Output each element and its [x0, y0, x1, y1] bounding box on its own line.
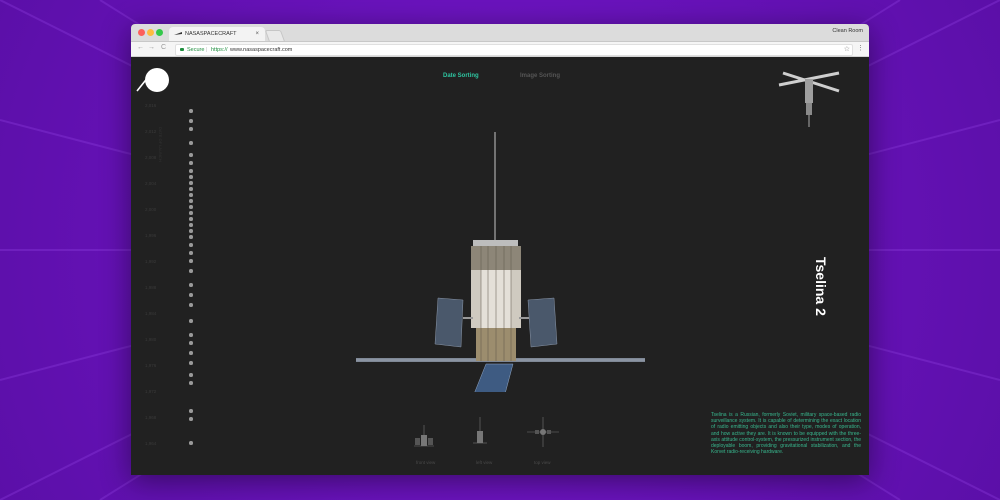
- tab-title: NASASPACECRAFT: [185, 31, 237, 37]
- browser-tab[interactable]: NASASPACECRAFT ×: [169, 27, 265, 41]
- timeline-tick: 2,012: [145, 129, 157, 134]
- left-view-icon[interactable]: [473, 417, 487, 451]
- timeline-dot[interactable]: [189, 161, 193, 165]
- close-window-button[interactable]: [138, 29, 145, 36]
- back-icon[interactable]: ←: [137, 44, 144, 51]
- browser-window: NASASPACECRAFT × Clean Room ← → C Secure…: [131, 24, 869, 475]
- timeline-dot[interactable]: [189, 175, 193, 179]
- timeline-dot[interactable]: [189, 235, 193, 239]
- timeline-dot[interactable]: [189, 193, 193, 197]
- top-view-icon[interactable]: [527, 417, 559, 447]
- timeline-dot[interactable]: [189, 109, 193, 113]
- timeline-dot[interactable]: [189, 119, 193, 123]
- timeline-tick: 2,004: [145, 181, 157, 186]
- star-icon[interactable]: ☆: [844, 45, 850, 55]
- timeline-dot[interactable]: [189, 127, 193, 131]
- timeline-dot[interactable]: [189, 199, 193, 203]
- site-logo-icon[interactable]: [135, 67, 169, 93]
- timeline-dot[interactable]: [189, 417, 193, 421]
- tab-close-icon[interactable]: ×: [255, 27, 259, 41]
- browser-menu-icon[interactable]: ⋮: [857, 44, 864, 52]
- satellite-description: Tselina is a Russian, formerly Soviet, m…: [711, 412, 861, 456]
- page-content: Date Sorting Image Sorting DATE OF LAUNC…: [131, 57, 869, 475]
- timeline-dot[interactable]: [189, 361, 193, 365]
- satellite-model[interactable]: [353, 132, 648, 392]
- browser-toolbar: ← → C Secure | https:// www.nasaspacecra…: [131, 42, 869, 57]
- timeline-tick: 2,008: [145, 155, 157, 160]
- timeline-dot[interactable]: [189, 251, 193, 255]
- timeline-dot[interactable]: [189, 293, 193, 297]
- satellite-title: Tselina 2: [813, 257, 829, 316]
- profile-name[interactable]: Clean Room: [832, 28, 863, 34]
- tab-bar: NASASPACECRAFT × Clean Room: [131, 24, 869, 42]
- timeline-dot[interactable]: [189, 211, 193, 215]
- timeline-tick: 1,984: [145, 311, 157, 316]
- timeline-dot[interactable]: [189, 181, 193, 185]
- site-favicon-icon: [174, 32, 182, 35]
- timeline-dot[interactable]: [189, 441, 193, 445]
- timeline-tick: 1,992: [145, 259, 157, 264]
- new-tab-button[interactable]: [264, 30, 286, 42]
- timeline-dot[interactable]: [189, 381, 193, 385]
- maximize-window-button[interactable]: [156, 29, 163, 36]
- address-separator: |: [206, 47, 208, 53]
- url-scheme: https://: [211, 47, 228, 53]
- timeline-dot[interactable]: [189, 217, 193, 221]
- timeline-tick: 1,988: [145, 285, 157, 290]
- timeline-tick: 1,996: [145, 233, 157, 238]
- timeline-dot[interactable]: [189, 141, 193, 145]
- timeline-tick: 2,000: [145, 207, 157, 212]
- timeline-dot[interactable]: [189, 223, 193, 227]
- timeline-dot[interactable]: [189, 187, 193, 191]
- forward-icon[interactable]: →: [148, 44, 155, 51]
- timeline-dot[interactable]: [189, 373, 193, 377]
- timeline-axis-title: DATE OF LAUNCH: [158, 127, 163, 162]
- reload-icon[interactable]: C: [161, 44, 166, 51]
- satellite-thumbnail-icon[interactable]: [777, 65, 845, 137]
- url-host: www.nasaspacecraft.com: [230, 47, 293, 53]
- tab-date-sorting[interactable]: Date Sorting: [443, 73, 479, 79]
- timeline-tick: 2,016: [145, 103, 157, 108]
- timeline-dot[interactable]: [189, 333, 193, 337]
- top-view-label[interactable]: top view: [534, 460, 551, 465]
- secure-label: Secure: [187, 47, 205, 53]
- timeline-tick: 1,972: [145, 389, 157, 394]
- timeline-tick: 1,968: [145, 415, 157, 420]
- tab-image-sorting[interactable]: Image Sorting: [520, 73, 560, 79]
- front-view-icon[interactable]: [414, 425, 434, 451]
- timeline-dot[interactable]: [189, 153, 193, 157]
- lock-icon: [180, 48, 184, 51]
- timeline-tick: 1,964: [145, 441, 157, 446]
- timeline-dot[interactable]: [189, 243, 193, 247]
- minimize-window-button[interactable]: [147, 29, 154, 36]
- timeline-dot[interactable]: [189, 409, 193, 413]
- timeline-dot[interactable]: [189, 205, 193, 209]
- timeline-tick: 1,980: [145, 337, 157, 342]
- timeline-dot[interactable]: [189, 341, 193, 345]
- timeline-dot[interactable]: [189, 229, 193, 233]
- timeline-dot[interactable]: [189, 319, 193, 323]
- timeline-tick: 1,976: [145, 363, 157, 368]
- timeline-dot[interactable]: [189, 259, 193, 263]
- front-view-label[interactable]: front view: [416, 460, 435, 465]
- timeline-dot[interactable]: [189, 269, 193, 273]
- timeline-dot[interactable]: [189, 303, 193, 307]
- timeline-dot[interactable]: [189, 169, 193, 173]
- address-bar[interactable]: Secure | https:// www.nasaspacecraft.com…: [175, 44, 853, 56]
- timeline-dot[interactable]: [189, 351, 193, 355]
- left-view-label[interactable]: left view: [476, 460, 492, 465]
- timeline-dot[interactable]: [189, 283, 193, 287]
